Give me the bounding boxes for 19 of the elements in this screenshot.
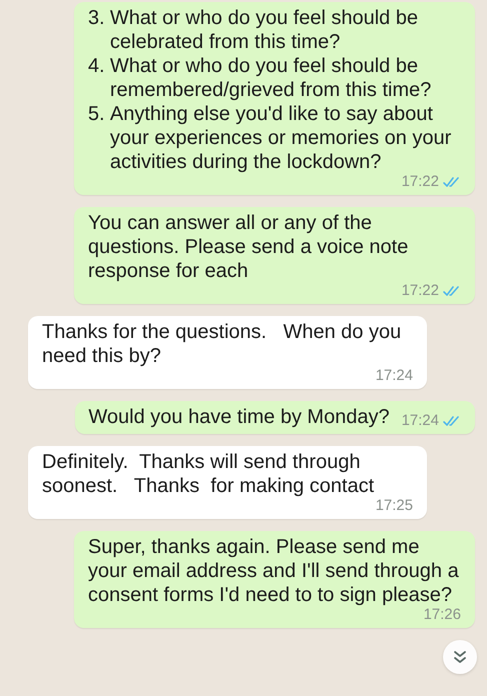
message-text: Definitely. Thanks will send through soonest. Thanks for making contact [42,450,376,498]
double-chevron-down-icon [453,650,467,664]
message-time: 17:22 [401,174,439,190]
message-text: Would you have time by Monday? [88,405,390,429]
message-text: You can answer all or any of the questions. Please send a voice note response for each [88,211,410,283]
list-number: 3. [88,6,106,31]
message-text: Super, thanks again. Please send me your email address and I'll send through a consent forms I'd need to to sign please? [88,535,460,607]
scroll-down-button[interactable] [443,640,477,674]
list-item-text: What or who do you feel should be remembered/grieved from this time? [110,54,432,102]
list-number: 4. [88,54,106,79]
message-time: 17:24 [401,413,439,429]
list-number: 5. [88,102,106,127]
message-time: 17:25 [375,498,413,514]
list-item-text: What or who do you feel should be celebrated from this time? [110,6,419,54]
message-text: Thanks for the questions. When do you need this by? [42,320,402,368]
list-item-text: Anything else you'd like to say about your experiences or memories on your activities during the lockdown? [110,102,452,174]
message-time: 17:22 [401,283,439,299]
message-time: 17:24 [375,368,413,384]
message-time: 17:26 [423,607,461,623]
